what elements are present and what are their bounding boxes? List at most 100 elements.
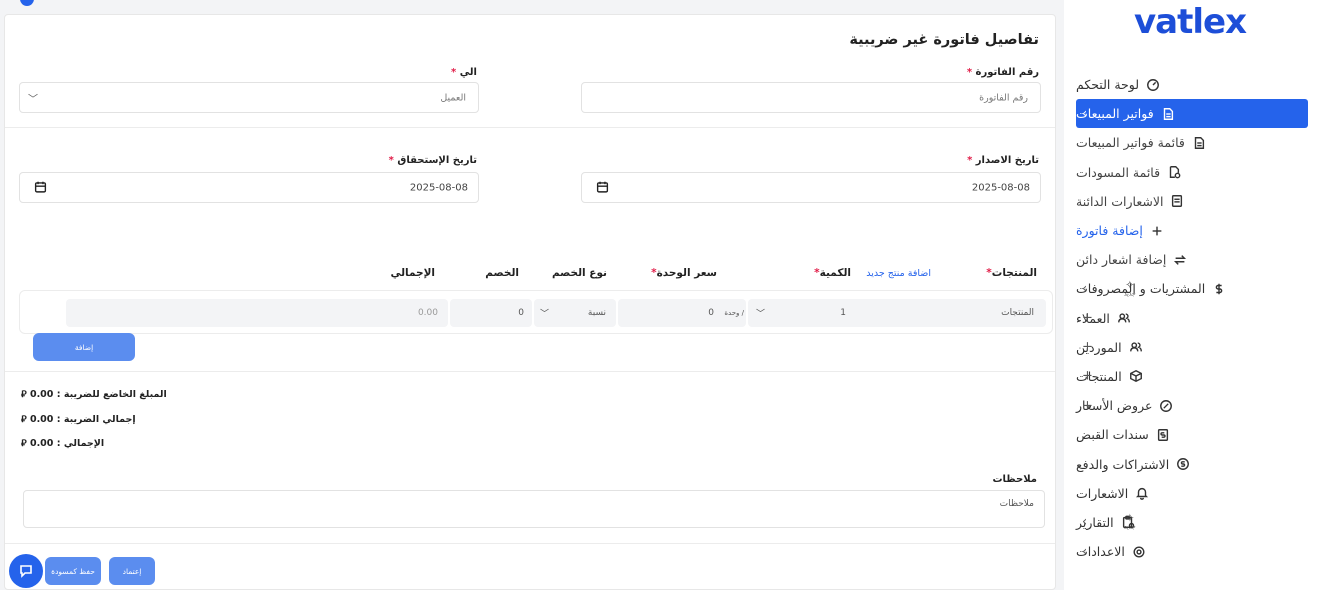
sidebar-item-5[interactable]: إضافة فاتورة (1076, 216, 1308, 245)
divider (5, 543, 1055, 544)
sidebar-item-label: سندات القبض (1076, 427, 1149, 443)
invoice-icon (1191, 135, 1207, 151)
sidebar-item-label: إضافة اشعار دائن (1076, 252, 1167, 268)
sidebar-item-12[interactable]: سندات القبض (1076, 420, 1308, 449)
note-icon (1169, 193, 1185, 209)
discount-header: الخصم (485, 267, 519, 279)
chevron-left-icon[interactable]: ‹ (1082, 544, 1087, 559)
sidebar-item-2[interactable]: قائمة فواتير المبيعات (1076, 128, 1308, 157)
divider (5, 371, 1055, 372)
unit-price-input[interactable]: / وحدة 0 (618, 299, 746, 327)
sidebar-item-1[interactable]: فواتير المبيعات ‹ (1076, 99, 1308, 129)
chevron-left-icon[interactable]: ‹ (1082, 106, 1087, 121)
expand-plus-icon[interactable]: + (1082, 340, 1093, 355)
sidebar-item-6[interactable]: إضافة اشعار دائن (1076, 245, 1308, 274)
issue-date-label: تاريخ الاصدار * (967, 155, 1039, 166)
sidebar-item-label: إضافة فاتورة (1076, 223, 1143, 239)
sidebar-item-16[interactable]: الاعدادات ‹ (1076, 537, 1308, 566)
sidebar-item-label: قائمة فواتير المبيعات (1076, 135, 1185, 151)
notes-textarea[interactable]: ملاحظات (23, 490, 1045, 528)
chevron-left-icon[interactable]: ‹ (1082, 281, 1087, 296)
brand-logo[interactable]: vatlex (1134, 2, 1247, 42)
product-select[interactable]: المنتجات (848, 299, 1046, 327)
page-title: تفاصيل فاتورة غير ضريبية (849, 32, 1039, 48)
discount-type-header: نوع الخصم (551, 267, 607, 279)
sidebar-item-10[interactable]: المنتجات + (1076, 362, 1308, 391)
box-icon (1128, 368, 1144, 384)
gear-icon (1131, 544, 1147, 560)
new-badge: ✧ جديد (1124, 278, 1136, 298)
sidebar-item-3[interactable]: قائمة المسودات (1076, 158, 1308, 187)
discount-input[interactable]: 0 (450, 299, 532, 327)
total-header: الإجمالي (390, 267, 435, 279)
quantity-header: الكمية* (814, 267, 851, 279)
sidebar-item-label: الاشعارات (1076, 485, 1129, 501)
sparkle-icon: ✧ (1125, 278, 1135, 292)
chevron-down-icon[interactable]: ﹀ (756, 307, 765, 320)
dashboard-icon (1145, 77, 1161, 93)
swap-icon (1172, 252, 1188, 268)
unit-price-header: سعر الوحدة* (651, 267, 717, 279)
sidebar-item-label: الاشتراكات والدفع (1076, 456, 1170, 472)
coin-icon (1175, 456, 1191, 472)
chevron-down-icon: ﹀ (28, 94, 38, 105)
chevron-down-icon[interactable]: ﹀ (540, 307, 549, 320)
sidebar: vatlex لوحة التحكم فواتير المبيعات ‹ قائمة … (1064, 0, 1320, 590)
calendar-icon[interactable] (596, 178, 609, 197)
chat-icon (20, 565, 32, 578)
sidebar-item-label: المشتريات و المصروفات (1076, 281, 1206, 297)
sidebar-item-13[interactable]: الاشتراكات والدفع (1076, 449, 1308, 478)
invoice-number-label: رقم الفاتورة * (966, 67, 1039, 78)
sidebar-item-0[interactable]: لوحة التحكم (1076, 70, 1308, 99)
sidebar-item-14[interactable]: الاشعارات (1076, 479, 1308, 508)
sidebar-item-8[interactable]: العملاء + (1076, 304, 1308, 333)
expand-plus-icon[interactable]: + (1082, 398, 1093, 413)
top-avatar[interactable] (20, 0, 34, 6)
percent-icon (1158, 398, 1174, 414)
sidebar-item-label: فواتير المبيعات (1076, 106, 1154, 122)
dollar-icon (1211, 281, 1227, 297)
add-new-product-link[interactable]: اضافة منتج جديد (866, 268, 931, 279)
sidebar-item-15[interactable]: التقارير ‹ ✧ جديد (1076, 508, 1308, 537)
approve-button[interactable]: إعتماد (109, 557, 155, 585)
save-draft-button[interactable]: حفظ كمسودة (45, 557, 101, 585)
taxable-amount: المبلغ الخاضع للضريبة : 0.00 ⃁ (21, 389, 167, 400)
invoice-form-card: تفاصيل فاتورة غير ضريبية رقم الفاتورة * … (4, 14, 1056, 590)
customer-label: الي * (450, 67, 477, 78)
sparkle-icon: ✧ (1125, 511, 1135, 525)
sidebar-item-4[interactable]: الاشعارات الدائنة (1076, 187, 1308, 216)
draft-icon (1166, 164, 1182, 180)
top-strip (0, 0, 1060, 14)
calendar-icon[interactable] (34, 178, 47, 197)
bell-icon (1134, 485, 1150, 501)
plus-icon (1149, 223, 1165, 239)
divider (5, 127, 1055, 128)
expand-plus-icon[interactable]: + (1082, 369, 1093, 384)
users-icon (1128, 339, 1144, 355)
invoice-icon (1160, 106, 1176, 122)
sidebar-item-label: الاشعارات الدائنة (1076, 193, 1164, 209)
total-output: 0.00 (66, 299, 448, 327)
sidebar-item-label: لوحة التحكم (1076, 77, 1140, 93)
sidebar-item-11[interactable]: عروض الأسعار + (1076, 391, 1308, 420)
receipt-icon (1155, 427, 1171, 443)
users-icon (1116, 310, 1132, 326)
invoice-number-input[interactable]: رقم الفاتورة (581, 82, 1041, 113)
customer-select[interactable]: العميل ﹀ (19, 82, 479, 113)
add-row-button[interactable]: إضافة (33, 333, 135, 361)
discount-type-select[interactable]: نسبة ﹀ (534, 299, 616, 327)
tax-total: إجمالي الضريبة : 0.00 ⃁ (21, 414, 136, 425)
chevron-left-icon[interactable]: ‹ (1082, 515, 1087, 530)
product-row: المنتجات 1 ﹀ / وحدة 0 نسبة ﹀ 0 0.00 (19, 290, 1053, 334)
quantity-input[interactable]: 1 ﹀ (748, 299, 860, 327)
grand-total: الإجمالي : 0.00 ⃁ (21, 438, 105, 449)
expand-plus-icon[interactable]: + (1082, 311, 1093, 326)
sidebar-item-9[interactable]: الموردين + (1076, 333, 1308, 362)
chat-button[interactable] (9, 554, 43, 588)
sidebar-item-7[interactable]: المشتريات و المصروفات ‹ ✧ جديد (1076, 274, 1308, 303)
sidebar-nav: لوحة التحكم فواتير المبيعات ‹ قائمة فواتير … (1076, 70, 1308, 566)
products-header: المنتجات* (986, 267, 1037, 279)
due-date-input[interactable]: 2025-08-08 (19, 172, 479, 203)
due-date-label: تاريخ الإستحقاق * (388, 155, 477, 166)
issue-date-input[interactable]: 2025-08-08 (581, 172, 1041, 203)
